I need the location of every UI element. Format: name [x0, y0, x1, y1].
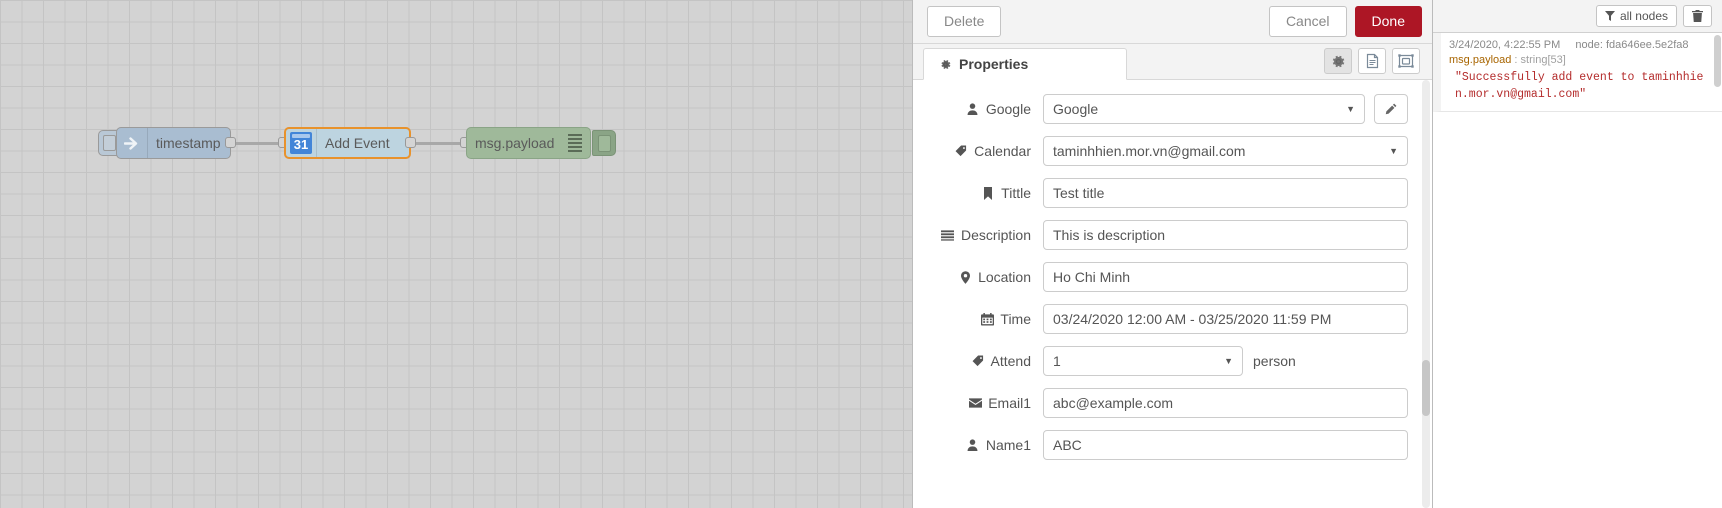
dialog-toolbar: Delete Cancel Done: [913, 0, 1432, 44]
form-row-description: Description This is description: [927, 220, 1408, 250]
form-row-email1: Email1 abc@example.com: [927, 388, 1408, 418]
cancel-button[interactable]: Cancel: [1268, 6, 1347, 37]
calendar-select[interactable]: taminhhien.mor.vn@gmail.com: [1043, 136, 1408, 166]
gcal-node[interactable]: 31 Add Event: [284, 127, 411, 159]
gcal-node-label: Add Event: [325, 135, 390, 151]
label-attend: Attend: [927, 353, 1043, 369]
label-description-text: Description: [960, 227, 1031, 243]
form-row-location: Location Ho Chi Minh: [927, 262, 1408, 292]
description-icon-button[interactable]: [1358, 48, 1386, 74]
label-google: Google: [927, 101, 1043, 117]
name1-input[interactable]: ABC: [1043, 430, 1408, 460]
google-select[interactable]: Google: [1043, 94, 1365, 124]
label-tittle-text: Tittle: [1001, 185, 1031, 201]
gcal-output-port[interactable]: [405, 137, 416, 148]
label-calendar-text: Calendar: [974, 143, 1031, 159]
tittle-input[interactable]: Test title: [1043, 178, 1408, 208]
email1-input[interactable]: abc@example.com: [1043, 388, 1408, 418]
tab-properties-label: Properties: [959, 56, 1029, 72]
debug-toggle-button[interactable]: [592, 130, 616, 156]
lines-icon: [941, 229, 955, 241]
attend-suffix: person: [1253, 353, 1296, 369]
debug-node[interactable]: msg.payload: [466, 127, 591, 159]
form-row-attend: Attend 1 person: [927, 346, 1408, 376]
inject-node-label: timestamp: [156, 135, 221, 151]
calendar-icon: [980, 312, 994, 326]
debug-lines-icon: [559, 128, 590, 158]
debug-message-header: 3/24/2020, 4:22:55 PM node: fda646ee.5e2…: [1449, 39, 1714, 51]
debug-node-label: msg.payload: [475, 135, 555, 151]
debug-property-meta: : string[53]: [1511, 54, 1566, 66]
debug-sidebar: all nodes 3/24/2020, 4:22:55 PM node: fd…: [1432, 0, 1722, 508]
gear-icon: [938, 58, 952, 71]
pin-icon: [958, 270, 972, 284]
debug-toolbar: all nodes: [1433, 0, 1722, 33]
form-row-name1: Name1 ABC: [927, 430, 1408, 460]
delete-button[interactable]: Delete: [927, 6, 1002, 37]
label-time-text: Time: [1000, 311, 1031, 327]
flow-canvas[interactable]: timestamp 31 Add Event msg.payload: [0, 0, 912, 508]
form-row-calendar: Calendar taminhhien.mor.vn@gmail.com: [927, 136, 1408, 166]
tag-icon: [954, 145, 968, 157]
debug-node-id: node: fda646ee.5e2fa8: [1575, 39, 1689, 51]
trash-icon: [1692, 10, 1703, 22]
label-location: Location: [927, 269, 1043, 285]
label-calendar: Calendar: [927, 143, 1043, 159]
dialog-scrollbar-thumb[interactable]: [1422, 360, 1430, 416]
form-row-time: Time 03/24/2020 12:00 AM - 03/25/2020 11…: [927, 304, 1408, 334]
label-description: Description: [927, 227, 1043, 243]
label-location-text: Location: [978, 269, 1031, 285]
label-email1: Email1: [927, 395, 1043, 411]
calendar-31-icon: 31: [286, 129, 317, 157]
done-button[interactable]: Done: [1354, 6, 1422, 37]
user-icon: [966, 103, 980, 115]
pencil-icon: [1384, 102, 1398, 116]
tag-icon: [971, 355, 985, 367]
description-input[interactable]: This is description: [1043, 220, 1408, 250]
dialog-scrollbar[interactable]: [1422, 80, 1430, 508]
attend-select[interactable]: 1: [1043, 346, 1243, 376]
debug-message-body: "Successfully add event to taminhhien.mo…: [1455, 71, 1704, 101]
node-edit-dialog: Delete Cancel Done Properties Google Goo…: [912, 0, 1432, 508]
form-row-google: Google Google: [927, 94, 1408, 124]
filter-nodes-label: all nodes: [1619, 9, 1668, 23]
clear-debug-button[interactable]: [1683, 5, 1712, 27]
debug-timestamp: 3/24/2020, 4:22:55 PM: [1449, 39, 1561, 51]
properties-icon-button[interactable]: [1324, 48, 1352, 74]
time-input[interactable]: 03/24/2020 12:00 AM - 03/25/2020 11:59 P…: [1043, 304, 1408, 334]
label-tittle: Tittle: [927, 185, 1043, 201]
envelope-icon: [968, 398, 982, 408]
inject-output-port[interactable]: [225, 137, 236, 148]
debug-message-list[interactable]: 3/24/2020, 4:22:55 PM node: fda646ee.5e2…: [1433, 33, 1722, 113]
label-attend-text: Attend: [990, 353, 1031, 369]
inject-arrow-icon: [117, 128, 148, 158]
filter-icon: [1604, 11, 1615, 21]
dialog-tab-row: Properties: [913, 44, 1432, 80]
user-icon: [966, 439, 980, 451]
tab-properties[interactable]: Properties: [923, 48, 1127, 80]
bookmark-icon: [981, 186, 995, 200]
debug-message[interactable]: 3/24/2020, 4:22:55 PM node: fda646ee.5e2…: [1433, 33, 1722, 113]
appearance-icon-button[interactable]: [1392, 48, 1420, 74]
form-row-tittle: Tittle Test title: [927, 178, 1408, 208]
debug-property-name: msg.payload: [1449, 54, 1512, 66]
debug-message-property: msg.payload : string[53]: [1449, 54, 1714, 66]
label-email1-text: Email1: [988, 395, 1031, 411]
label-name1-text: Name1: [985, 437, 1031, 453]
debug-scrollbar-thumb[interactable]: [1714, 35, 1721, 87]
label-name1: Name1: [927, 437, 1043, 453]
inject-node[interactable]: timestamp: [116, 127, 231, 159]
location-input[interactable]: Ho Chi Minh: [1043, 262, 1408, 292]
edit-google-config-button[interactable]: [1374, 94, 1408, 124]
properties-form: Google Google Calendar: [913, 80, 1432, 508]
label-time: Time: [927, 311, 1043, 327]
filter-nodes-button[interactable]: all nodes: [1595, 5, 1677, 27]
debug-scrollbar[interactable]: [1714, 33, 1721, 123]
label-google-text: Google: [985, 101, 1031, 117]
